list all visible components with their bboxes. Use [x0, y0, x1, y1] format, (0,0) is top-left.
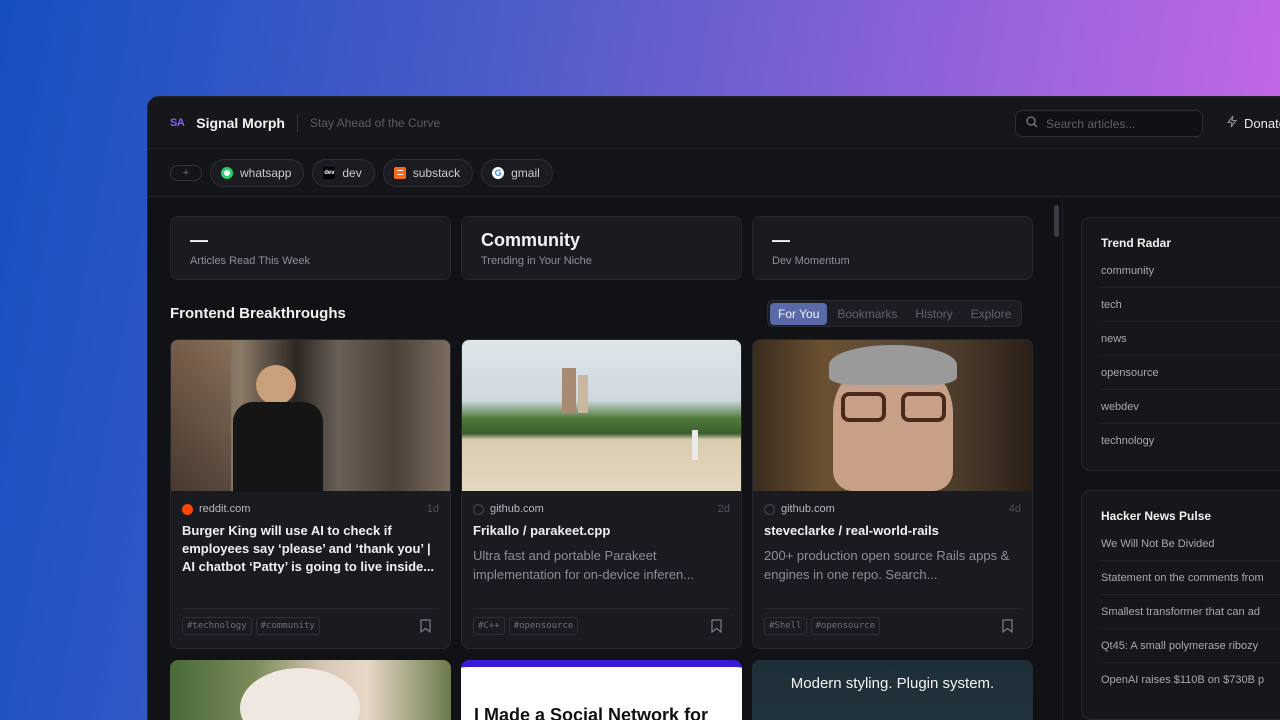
- stat-value: Community: [481, 230, 580, 250]
- article-title[interactable]: I Made a Social Network for: [474, 705, 708, 720]
- dev-icon: dev: [323, 166, 336, 179]
- trend-item[interactable]: webdev: [1101, 390, 1280, 424]
- article-thumbnail: [462, 340, 741, 491]
- article-source[interactable]: github.com: [473, 503, 544, 515]
- tab-for-you[interactable]: For You: [770, 302, 828, 325]
- stat-value: —: [772, 230, 790, 250]
- article-footer: #Shell #opensource: [764, 608, 1021, 635]
- hn-item[interactable]: Smallest transformer that can ad: [1101, 595, 1280, 629]
- main-scrollbar[interactable]: [1054, 205, 1059, 237]
- stat-value: —: [190, 230, 208, 250]
- article-tag[interactable]: #opensource: [810, 617, 881, 635]
- article-tag[interactable]: #Shell: [764, 617, 807, 635]
- stat-card-articles-read: — Articles Read This Week: [170, 216, 451, 280]
- bookmark-icon[interactable]: [420, 619, 431, 638]
- trend-item[interactable]: news: [1101, 322, 1280, 356]
- tab-explore[interactable]: Explore: [963, 303, 1020, 325]
- article-source[interactable]: reddit.com: [182, 503, 250, 515]
- chip-whatsapp[interactable]: whatsapp: [210, 158, 305, 187]
- article-thumbnail: [240, 668, 360, 720]
- article-tag[interactable]: #opensource: [508, 617, 579, 635]
- hacker-news-panel: Hacker News Pulse We Will Not Be Divided…: [1081, 490, 1280, 720]
- stat-label: Articles Read This Week: [190, 255, 311, 267]
- article-title[interactable]: steveclarke / real-world-rails: [753, 515, 1032, 540]
- article-card[interactable]: Modern styling. Plugin system.: [752, 660, 1033, 720]
- article-card[interactable]: github.com 2d Frikallo / parakeet.cpp Ul…: [461, 339, 742, 649]
- article-age: 1d: [426, 503, 439, 515]
- panel-title: Hacker News Pulse: [1101, 509, 1212, 523]
- article-card[interactable]: github.com 4d steveclarke / real-world-r…: [752, 339, 1033, 649]
- chip-label: whatsapp: [240, 165, 292, 180]
- hn-item[interactable]: OpenAI raises $110B on $730B p: [1101, 663, 1280, 697]
- tab-bookmarks[interactable]: Bookmarks: [829, 303, 905, 325]
- chip-label: gmail: [511, 165, 540, 180]
- article-footer: #technology #community: [182, 608, 439, 635]
- article-source[interactable]: github.com: [764, 503, 835, 515]
- bolt-icon: [1226, 115, 1238, 131]
- tagline: Stay Ahead of the Curve: [309, 115, 441, 130]
- google-icon: G: [492, 166, 505, 179]
- stat-card-trending: Community Trending in Your Niche: [461, 216, 742, 280]
- stat-label: Trending in Your Niche: [481, 255, 592, 267]
- bookmark-icon[interactable]: [1002, 619, 1013, 638]
- logo-icon: SA: [170, 116, 185, 129]
- chip-dev[interactable]: dev dev: [312, 158, 375, 187]
- article-title[interactable]: Burger King will use AI to check if empl…: [171, 515, 450, 576]
- github-icon: [473, 503, 484, 515]
- article-description: Ultra fast and portable Parakeet impleme…: [473, 548, 695, 582]
- bookmark-icon[interactable]: [711, 619, 722, 638]
- article-card[interactable]: reddit.com 1d Burger King will use AI to…: [170, 339, 451, 649]
- source-label: github.com: [781, 503, 835, 515]
- app-window: SA Signal Morph Stay Ahead of the Curve …: [147, 96, 1280, 720]
- source-label: github.com: [490, 503, 544, 515]
- donate-button[interactable]: Donate: [1226, 115, 1280, 131]
- article-tag[interactable]: #technology: [182, 617, 252, 635]
- donate-label: Donate: [1244, 115, 1280, 131]
- panel-title: Trend Radar: [1101, 236, 1172, 250]
- article-card[interactable]: I Made a Social Network for: [461, 660, 742, 720]
- article-age: 4d: [1008, 503, 1021, 515]
- github-icon: [764, 503, 775, 515]
- stat-label: Dev Momentum: [772, 255, 850, 267]
- tab-history[interactable]: History: [907, 303, 960, 325]
- article-age: 2d: [717, 503, 730, 515]
- whatsapp-icon: [221, 166, 233, 179]
- header-divider: [296, 113, 298, 132]
- reddit-icon: [182, 503, 193, 515]
- article-title[interactable]: Frikallo / parakeet.cpp: [462, 515, 741, 540]
- trend-item[interactable]: tech: [1101, 288, 1280, 322]
- article-description: 200+ production open source Rails apps &…: [764, 548, 1010, 582]
- article-card[interactable]: [170, 660, 451, 720]
- trend-item[interactable]: opensource: [1101, 356, 1280, 390]
- brand-name[interactable]: Signal Morph: [196, 115, 285, 131]
- article-title[interactable]: Modern styling. Plugin system.: [752, 675, 1033, 692]
- stat-card-dev-momentum: — Dev Momentum: [752, 216, 1033, 280]
- search-box[interactable]: [1015, 110, 1203, 137]
- add-source-button[interactable]: +: [170, 164, 202, 181]
- chip-label: substack: [412, 165, 461, 180]
- hn-item[interactable]: Qt45: A small polymerase ribozy: [1101, 629, 1280, 663]
- chip-gmail[interactable]: G gmail: [481, 158, 553, 187]
- article-tag[interactable]: #community: [255, 617, 320, 635]
- article-thumbnail: [753, 340, 1032, 491]
- article-footer: #C++ #opensource: [473, 608, 730, 635]
- trend-item[interactable]: technology: [1101, 424, 1280, 458]
- trend-radar-panel: Trend Radar community tech news opensour…: [1081, 217, 1280, 471]
- trend-item[interactable]: community: [1101, 254, 1280, 288]
- source-label: reddit.com: [199, 503, 251, 515]
- chip-substack[interactable]: substack: [382, 158, 474, 187]
- section-title: Frontend Breakthroughs: [170, 305, 346, 322]
- article-thumbnail: [171, 340, 450, 492]
- panel-divider: [1062, 198, 1063, 720]
- hn-item[interactable]: Statement on the comments from: [1101, 561, 1280, 595]
- hn-item[interactable]: We Will Not Be Divided: [1101, 527, 1280, 561]
- substack-icon: [393, 166, 406, 179]
- search-input[interactable]: [1046, 116, 1186, 131]
- chip-label: dev: [342, 165, 362, 180]
- feed-tabs: For You Bookmarks History Explore: [767, 300, 1023, 327]
- search-icon: [1026, 115, 1038, 133]
- article-tag[interactable]: #C++: [473, 617, 505, 635]
- source-chip-bar: + whatsapp dev dev substack G gmail: [148, 149, 1280, 197]
